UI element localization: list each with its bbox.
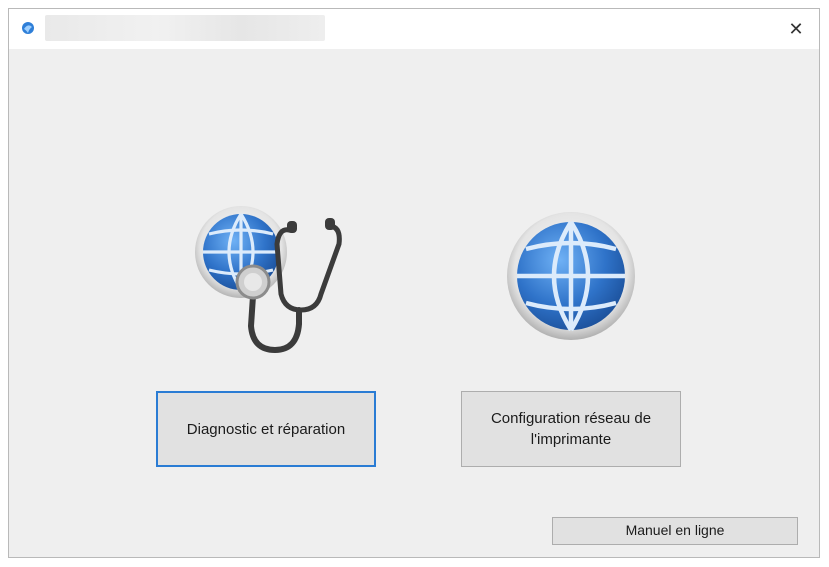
online-manual-label: Manuel en ligne [625, 522, 725, 539]
close-icon: ✕ [788, 18, 804, 39]
close-button[interactable]: ✕ [773, 9, 819, 49]
title-bar[interactable]: ✕ [9, 9, 819, 49]
diagnose-repair-label: Diagnostic et réparation [186, 420, 346, 438]
app-window: ✕ Diagnostic et réparation Configuration… [8, 8, 820, 558]
window-title [45, 15, 325, 41]
printer-network-setup-label-line1: Configuration réseau de [490, 410, 652, 427]
globe-stethoscope-icon [195, 206, 342, 354]
printer-network-setup-label-line2: l'imprimante [530, 431, 612, 448]
online-manual-button[interactable]: Manuel en ligne [552, 517, 798, 545]
printer-network-setup-button[interactable]: Configuration réseau de l'imprimante [461, 391, 681, 467]
globe-icon [507, 212, 635, 340]
diagnose-repair-button[interactable]: Diagnostic et réparation [156, 391, 376, 467]
app-icon [22, 22, 34, 34]
